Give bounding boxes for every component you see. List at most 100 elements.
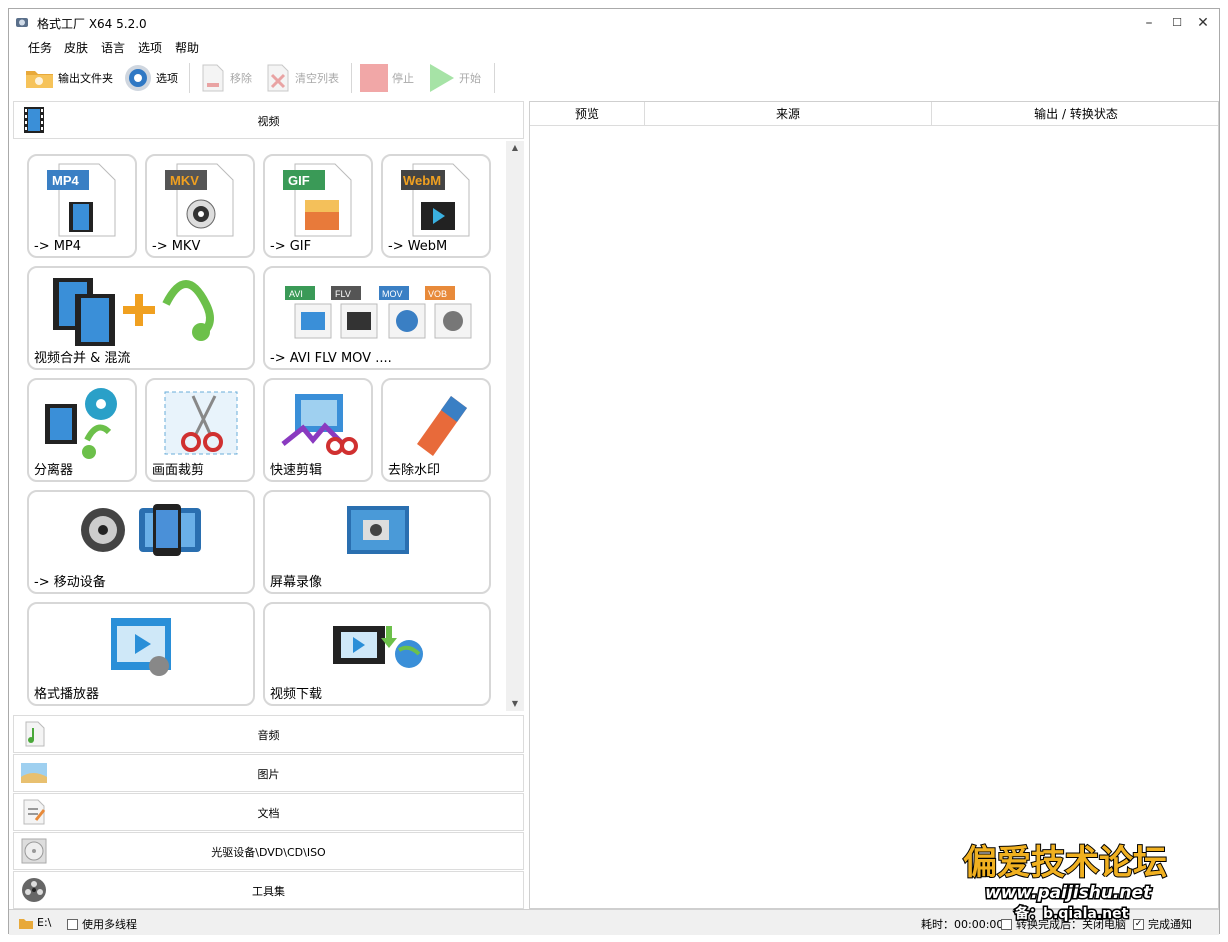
menu-skin[interactable]: 皮肤 — [64, 39, 88, 56]
task-list-panel[interactable]: 预览 来源 输出 / 转换状态 — [529, 101, 1219, 909]
tile-label: 去除水印 — [388, 463, 441, 478]
screen-record-icon — [347, 506, 409, 554]
tile-format-player[interactable]: 格式播放器 — [27, 602, 255, 706]
output-path[interactable]: E:\ — [19, 916, 51, 929]
player-icon — [111, 618, 171, 676]
output-path-label: E:\ — [37, 916, 52, 929]
watermark-title: 偏爱技术论坛 — [963, 843, 1167, 883]
tile-label: 快速剪辑 — [270, 463, 323, 478]
tile-label: 屏幕录像 — [270, 575, 323, 590]
badge-mp4: MP4 — [52, 173, 80, 188]
category-video[interactable]: 视频 — [13, 101, 524, 139]
stop-button[interactable]: 停止 — [359, 61, 414, 95]
quick-clip-icon — [281, 394, 358, 455]
start-label: 开始 — [459, 72, 481, 85]
category-disc[interactable]: 光驱设备\DVD\CD\ISO — [13, 832, 524, 870]
remove-button[interactable]: 移除 — [199, 61, 252, 95]
tile-crop[interactable]: 画面裁剪 — [145, 378, 255, 482]
tile-label: 格式播放器 — [34, 687, 100, 702]
tile-label: -> 移动设备 — [34, 575, 106, 590]
tile-screen-record[interactable]: 屏幕录像 — [263, 490, 491, 594]
category-toolkit[interactable]: 工具集 — [13, 871, 524, 909]
stop-label: 停止 — [392, 72, 414, 85]
tile-to-gif[interactable]: GIF -> GIF — [263, 154, 373, 258]
column-preview[interactable]: 预览 — [530, 102, 645, 126]
tile-label: 视频下载 — [270, 687, 323, 702]
badge-flv: FLV — [335, 289, 351, 299]
task-list-header: 预览 来源 输出 / 转换状态 — [530, 102, 1218, 126]
folder-icon — [26, 71, 53, 88]
merge-icon — [53, 278, 214, 346]
minimize-button[interactable]: – — [1139, 13, 1159, 33]
menu-options[interactable]: 选项 — [138, 39, 162, 56]
remove-label: 移除 — [230, 72, 252, 85]
video-tools-grid: MP4 -> MP4 MKV -> MKV GIF -> GIF WebM ->… — [13, 141, 504, 711]
tile-label: -> GIF — [270, 239, 312, 254]
scroll-down-icon[interactable]: ▼ — [506, 697, 524, 711]
toolbar-separator — [189, 63, 190, 93]
badge-gif: GIF — [288, 173, 310, 188]
options-button[interactable]: 选项 — [123, 61, 178, 95]
tile-video-merge[interactable]: 视频合并 & 混流 — [27, 266, 255, 370]
tile-mobile-device[interactable]: -> 移动设备 — [27, 490, 255, 594]
close-button[interactable]: ✕ — [1193, 13, 1213, 33]
clear-list-label: 清空列表 — [295, 72, 339, 85]
watermark-url: www.paijishu.net — [985, 883, 1152, 903]
tile-to-mkv[interactable]: MKV -> MKV — [145, 154, 255, 258]
badge-mkv: MKV — [170, 173, 199, 188]
badge-webm: WebM — [403, 173, 441, 188]
column-source[interactable]: 来源 — [645, 102, 932, 126]
tile-to-mp4[interactable]: MP4 -> MP4 — [27, 154, 137, 258]
tile-remove-watermark[interactable]: 去除水印 — [381, 378, 491, 482]
tile-label: 分离器 — [34, 463, 74, 478]
window-title: 格式工厂 X64 5.2.0 — [37, 17, 147, 31]
tile-splitter[interactable]: 分离器 — [27, 378, 137, 482]
maximize-button[interactable]: ☐ — [1167, 13, 1187, 33]
remove-file-icon — [202, 64, 224, 92]
menu-language[interactable]: 语言 — [101, 39, 125, 56]
tile-quick-clip[interactable]: 快速剪辑 — [263, 378, 373, 482]
splitter-icon — [45, 388, 117, 459]
play-icon — [430, 64, 454, 92]
webm-file-icon: WebM — [401, 163, 470, 237]
tile-video-download[interactable]: 视频下载 — [263, 602, 491, 706]
eraser-icon — [417, 396, 467, 456]
tiles-scrollbar[interactable]: ▲ ▼ — [506, 141, 524, 711]
multi-format-icon: AVI FLV MOV VOB — [285, 286, 472, 339]
forum-watermark: 偏爱技术论坛 www.paijishu.net 备：b.qiala.net — [962, 842, 1168, 924]
category-disc-label: 光驱设备\DVD\CD\ISO — [211, 846, 326, 859]
clear-list-icon — [267, 64, 289, 92]
menu-help[interactable]: 帮助 — [175, 39, 199, 56]
tile-label: 视频合并 & 混流 — [34, 351, 131, 366]
gif-file-icon: GIF — [283, 163, 352, 237]
category-audio-label: 音频 — [257, 729, 280, 742]
column-output-status[interactable]: 输出 / 转换状态 — [932, 102, 1220, 126]
output-folder-button[interactable]: 输出文件夹 — [25, 61, 113, 95]
mobile-device-icon — [81, 504, 201, 556]
tile-to-avi-flv-mov[interactable]: AVI FLV MOV VOB -> AVI FLV MOV .... — [263, 266, 491, 370]
category-document-label: 文档 — [257, 807, 280, 820]
output-folder-label: 输出文件夹 — [58, 72, 113, 85]
tile-to-webm[interactable]: WebM -> WebM — [381, 154, 491, 258]
tile-label: -> MP4 — [34, 239, 82, 254]
toolbar-separator — [351, 63, 352, 93]
mkv-file-icon: MKV — [165, 163, 234, 237]
category-document[interactable]: 文档 — [13, 793, 524, 831]
crop-scissors-icon — [164, 391, 238, 455]
category-panel: 视频 MP4 -> MP4 MKV -> MKV GIF -> GIF WebM… — [13, 101, 524, 909]
category-audio[interactable]: 音频 — [13, 715, 524, 753]
scroll-up-icon[interactable]: ▲ — [506, 141, 524, 155]
tile-label: -> WebM — [388, 239, 448, 254]
category-toolkit-label: 工具集 — [252, 885, 285, 898]
badge-vob: VOB — [428, 289, 447, 299]
menu-bar: 任务 皮肤 语言 选项 帮助 — [9, 36, 1219, 58]
tile-label: -> MKV — [152, 239, 201, 254]
badge-avi: AVI — [289, 289, 303, 299]
menu-task[interactable]: 任务 — [28, 39, 52, 56]
toolbar-separator — [494, 63, 495, 93]
multithread-checkbox[interactable] — [67, 918, 78, 930]
clear-list-button[interactable]: 清空列表 — [264, 61, 339, 95]
multithread-option[interactable]: 使用多线程 — [67, 916, 137, 932]
category-picture[interactable]: 图片 — [13, 754, 524, 792]
start-button[interactable]: 开始 — [426, 61, 481, 95]
